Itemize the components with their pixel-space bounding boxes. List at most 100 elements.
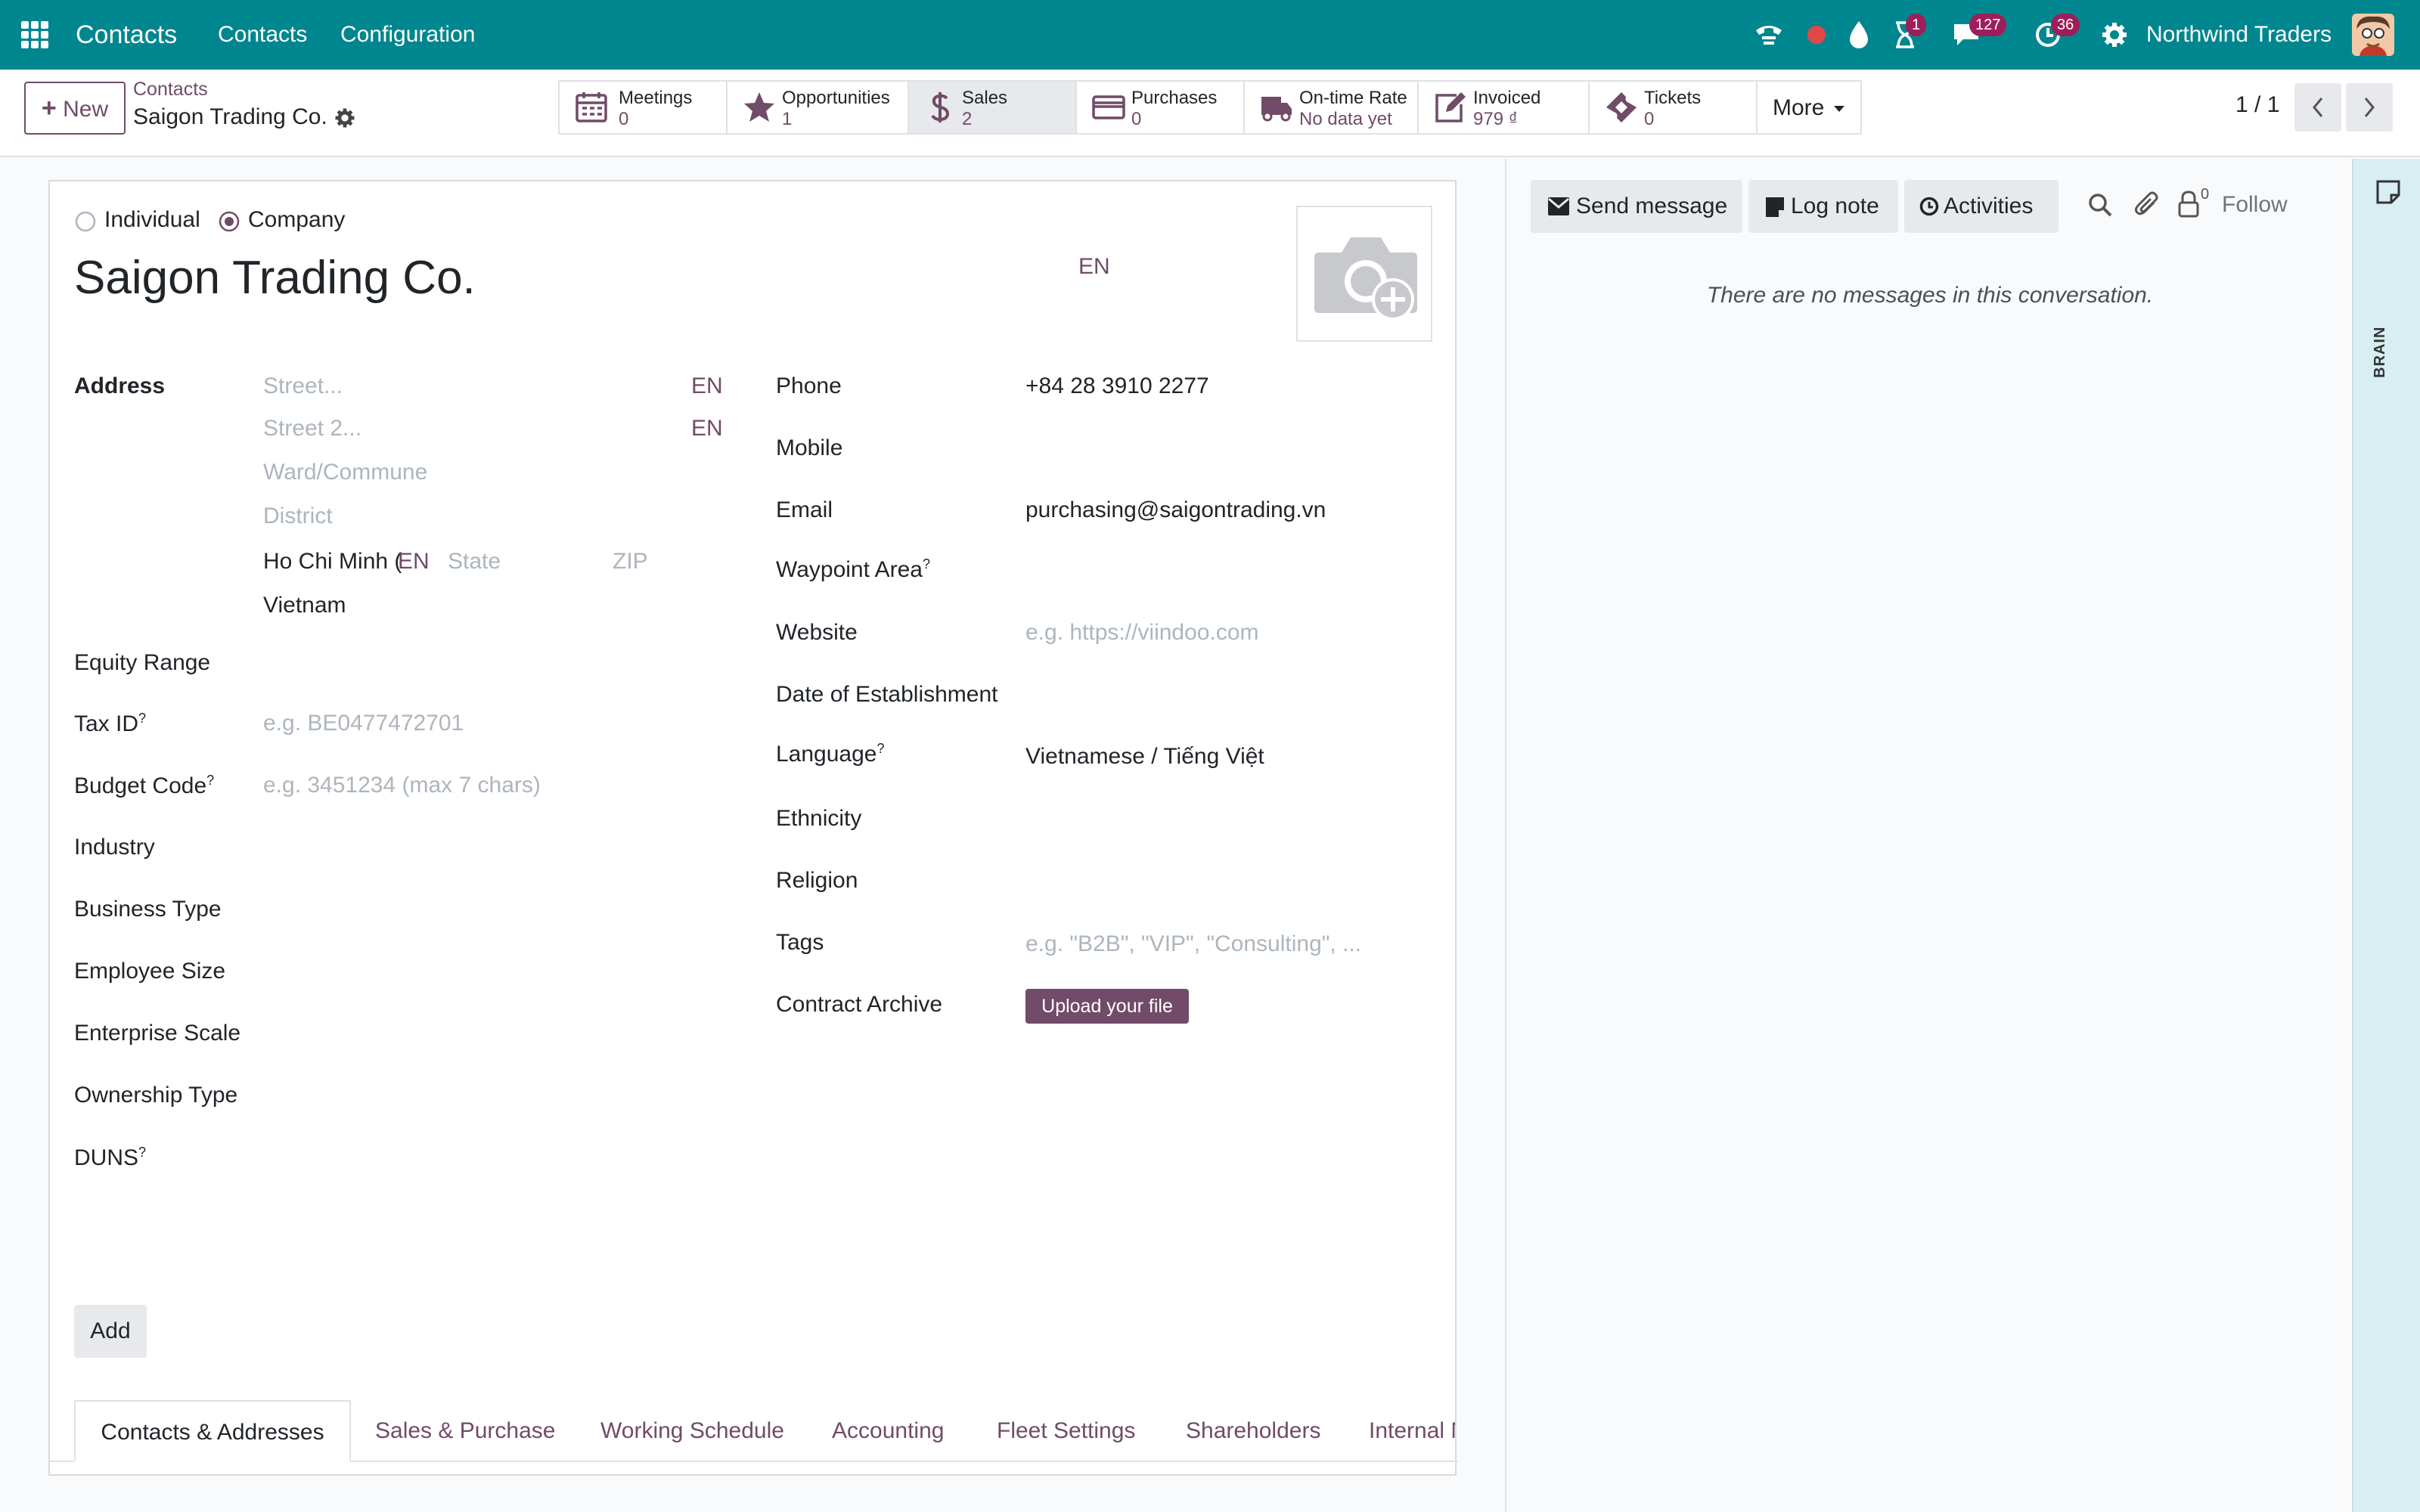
- tab-contacts-addresses[interactable]: Contacts & Addresses: [74, 1400, 351, 1462]
- street-input[interactable]: Street...: [263, 373, 343, 399]
- clock-badge: 36: [2051, 14, 2080, 36]
- name-lang-badge[interactable]: EN: [1078, 254, 1110, 280]
- radio-individual[interactable]: [74, 210, 97, 233]
- waypoint-area-label-text: Waypoint Area: [776, 557, 923, 582]
- help-icon[interactable]: ?: [206, 773, 214, 788]
- control-panel: + New Contacts Saigon Trading Co. Meetin…: [0, 70, 2420, 157]
- add-contact-button[interactable]: Add: [74, 1305, 147, 1358]
- city-input[interactable]: Ho Chi Minh (: [263, 549, 402, 575]
- radio-individual-label[interactable]: Individual: [104, 207, 200, 233]
- duns-label-text: DUNS: [74, 1145, 139, 1170]
- opportunities-button[interactable]: Opportunities 1: [728, 80, 909, 135]
- company-name[interactable]: Northwind Traders: [2146, 0, 2332, 70]
- clock-icon: [1919, 197, 1939, 216]
- menu-contacts[interactable]: Contacts: [218, 0, 307, 70]
- tax-id-input[interactable]: e.g. BE0477472701: [263, 711, 464, 736]
- budget-code-input[interactable]: e.g. 3451234 (max 7 chars): [263, 773, 541, 798]
- country-input[interactable]: Vietnam: [263, 593, 346, 618]
- search-icon[interactable]: [2087, 192, 2113, 218]
- top-navbar: Contacts Contacts Configuration 1 127 36…: [0, 0, 2420, 70]
- radio-company-label[interactable]: Company: [248, 207, 345, 233]
- email-input[interactable]: purchasing@saigontrading.vn: [1025, 497, 1326, 523]
- help-icon[interactable]: ?: [138, 1145, 146, 1160]
- purchases-button[interactable]: Purchases 0: [1077, 80, 1245, 135]
- pager-next-button[interactable]: [2346, 83, 2393, 132]
- pencil-square-icon: [1435, 92, 1466, 122]
- city-lang-badge[interactable]: EN: [398, 549, 430, 575]
- website-input[interactable]: e.g. https://viindoo.com: [1025, 620, 1259, 646]
- ward-input[interactable]: Ward/Commune: [263, 460, 427, 485]
- app-name[interactable]: Contacts: [76, 0, 177, 70]
- state-input[interactable]: State: [448, 549, 501, 575]
- tickets-button[interactable]: Tickets 0: [1590, 80, 1758, 135]
- breadcrumb-parent[interactable]: Contacts: [133, 79, 208, 101]
- brain-tab-label[interactable]: BRAIN: [2372, 327, 2389, 378]
- tab-sales-purchase[interactable]: Sales & Purchase: [375, 1400, 555, 1462]
- partner-name[interactable]: Saigon Trading Co.: [74, 251, 476, 305]
- record-title: Saigon Trading Co.: [133, 104, 327, 129]
- activity-badge: 1: [1906, 14, 1927, 36]
- tab-accounting[interactable]: Accounting: [832, 1400, 944, 1462]
- send-message-button[interactable]: Send message: [1531, 180, 1742, 233]
- messages-badge: 127: [1969, 14, 2007, 36]
- on-time-rate-button[interactable]: On-time Rate No data yet: [1245, 80, 1419, 135]
- lock-icon[interactable]: [2178, 191, 2199, 218]
- tab-internal-notes-wrapper: Internal N: [1369, 1400, 1455, 1461]
- chevron-right-icon: [2364, 98, 2375, 117]
- tab-fleet-settings[interactable]: Fleet Settings: [997, 1400, 1135, 1462]
- district-input[interactable]: District: [263, 503, 333, 529]
- language-label-text: Language: [776, 742, 877, 767]
- activities-button[interactable]: Activities: [1904, 180, 2059, 233]
- menu-configuration[interactable]: Configuration: [340, 0, 475, 70]
- calendar-icon: [576, 92, 607, 122]
- more-button[interactable]: More: [1758, 80, 1862, 135]
- tab-shareholders[interactable]: Shareholders: [1186, 1400, 1320, 1462]
- avatar[interactable]: [2352, 14, 2394, 56]
- help-icon[interactable]: ?: [923, 556, 930, 572]
- pager-previous-button[interactable]: [2294, 83, 2341, 132]
- phone-label: Phone: [776, 373, 842, 398]
- tab-working-schedule[interactable]: Working Schedule: [600, 1400, 784, 1462]
- camera-plus-icon: [1314, 237, 1417, 321]
- phone-input[interactable]: +84 28 3910 2277: [1025, 373, 1209, 399]
- help-icon[interactable]: ?: [876, 741, 884, 756]
- meetings-button[interactable]: Meetings 0: [558, 80, 728, 135]
- street-lang-badge[interactable]: EN: [691, 373, 723, 399]
- empty-conversation-text: There are no messages in this conversati…: [1706, 283, 2154, 308]
- paperclip-icon[interactable]: [2134, 191, 2160, 219]
- credit-card-icon: [1092, 95, 1125, 119]
- tags-input[interactable]: e.g. "B2B", "VIP", "Consulting", ...: [1025, 931, 1361, 957]
- street2-lang-badge[interactable]: EN: [691, 416, 723, 442]
- more-label: More: [1773, 95, 1825, 120]
- radio-company[interactable]: [218, 210, 240, 233]
- follow-button[interactable]: Follow: [2222, 192, 2288, 218]
- purchases-count: 0: [1131, 109, 1142, 129]
- invoiced-button[interactable]: Invoiced 979 ₫: [1419, 80, 1590, 135]
- tab-internal-notes[interactable]: Internal N: [1369, 1400, 1455, 1461]
- image-upload[interactable]: [1296, 206, 1432, 342]
- invoiced-label: Invoiced: [1473, 88, 1541, 108]
- help-icon[interactable]: ?: [138, 711, 146, 726]
- sticky-note-icon[interactable]: [2376, 180, 2400, 204]
- settings-icon[interactable]: [2101, 21, 2128, 48]
- gear-icon[interactable]: [334, 107, 355, 129]
- enterprise-scale-label: Enterprise Scale: [74, 1021, 241, 1046]
- phone-icon[interactable]: [1753, 21, 1785, 48]
- ownership-type-label: Ownership Type: [74, 1083, 238, 1108]
- street2-input[interactable]: Street 2...: [263, 416, 361, 442]
- drop-icon[interactable]: [1848, 20, 1869, 48]
- email-label: Email: [776, 497, 833, 522]
- brain-side-panel: BRAIN: [2352, 159, 2420, 1512]
- star-icon: [744, 92, 774, 122]
- zip-input[interactable]: ZIP: [613, 549, 648, 575]
- log-note-button[interactable]: Log note: [1748, 180, 1898, 233]
- upload-file-button[interactable]: Upload your file: [1025, 989, 1189, 1024]
- language-select[interactable]: Vietnamese / Tiếng Việt: [1025, 744, 1264, 770]
- on-time-rate-value: No data yet: [1299, 109, 1392, 129]
- apps-grid-icon[interactable]: [21, 21, 48, 48]
- record-dot-icon[interactable]: [1806, 24, 1827, 45]
- sales-button[interactable]: Sales 2: [909, 80, 1077, 135]
- new-button[interactable]: + New: [24, 82, 126, 135]
- business-type-label: Business Type: [74, 897, 222, 922]
- pager-value[interactable]: 1 / 1: [2235, 92, 2279, 118]
